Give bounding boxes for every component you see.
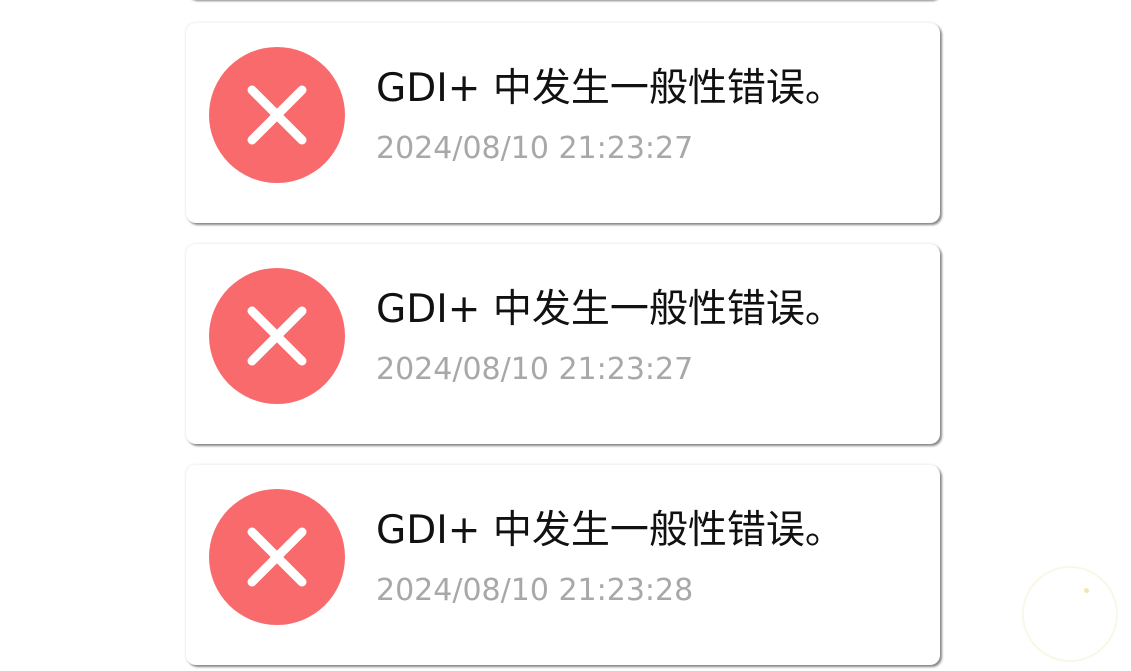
notification-timestamp: 2024/08/10 21:23:27 — [376, 352, 694, 387]
notification-message: GDI+ 中发生一般性错误。 — [376, 66, 844, 111]
error-notification[interactable]: GDI+ 中发生一般性错误。 2024/08/10 21:23:27 — [186, 23, 940, 223]
error-x-icon — [209, 489, 345, 625]
error-x-icon — [209, 268, 345, 404]
notification-stack: GDI+ 中发生一般性错误。 2024/08/10 21:23:27 GDI+ … — [0, 0, 1131, 671]
watermark-icon — [1022, 566, 1118, 662]
notification-timestamp: 2024/08/10 21:23:27 — [376, 131, 694, 166]
error-x-icon — [209, 47, 345, 183]
notification-message: GDI+ 中发生一般性错误。 — [376, 508, 844, 553]
notification-timestamp: 2024/08/10 21:23:28 — [376, 573, 694, 608]
notification-message: GDI+ 中发生一般性错误。 — [376, 287, 844, 332]
error-notification[interactable]: GDI+ 中发生一般性错误。 2024/08/10 21:23:27 — [186, 244, 940, 444]
error-notification[interactable]: GDI+ 中发生一般性错误。 2024/08/10 21:23:28 — [186, 465, 940, 665]
watermark-dot — [1084, 588, 1089, 593]
